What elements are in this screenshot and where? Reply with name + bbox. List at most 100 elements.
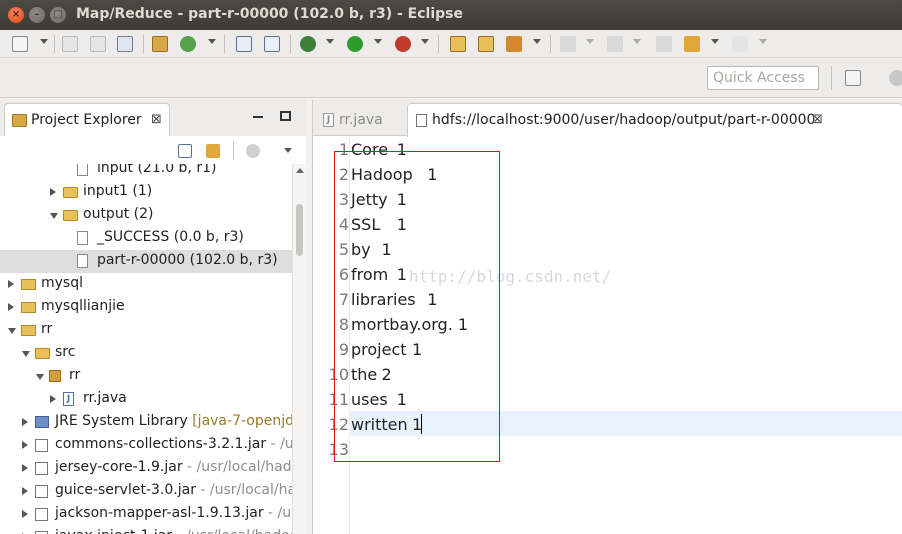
- external-tools-dropdown-icon[interactable]: [421, 39, 429, 44]
- window-maximize-button[interactable]: □: [50, 7, 66, 23]
- expanded-arrow-icon[interactable]: [36, 374, 44, 380]
- save-all-icon[interactable]: [90, 36, 106, 52]
- maximize-view-icon[interactable]: [280, 111, 291, 121]
- run-icon[interactable]: [347, 36, 363, 52]
- last-edit-location-icon[interactable]: [656, 36, 672, 52]
- project-explorer-icon: [12, 114, 27, 127]
- tree-item[interactable]: javax.inject-1.jar - /usr/local/hadoop: [0, 526, 292, 534]
- link-with-editor-icon[interactable]: [206, 144, 220, 158]
- tree-item[interactable]: Jrr.java: [0, 388, 292, 411]
- open-task-icon[interactable]: [478, 36, 494, 52]
- tree-item[interactable]: guice-servlet-3.0.jar - /usr/local/hado: [0, 480, 292, 503]
- tree-item-decoration: [java-7-openjdk-: [192, 413, 292, 429]
- tree-item[interactable]: rr: [0, 319, 292, 342]
- toolbar-separator: [54, 35, 55, 53]
- tree-scrollbar[interactable]: [292, 164, 306, 534]
- tree-item[interactable]: part-r-00000 (102.0 b, r3): [0, 250, 292, 273]
- next-annotation-dropdown-icon[interactable]: [586, 39, 594, 44]
- tree-item-decoration: - /usr/local/hado: [182, 459, 292, 475]
- search-dropdown-icon[interactable]: [533, 39, 541, 44]
- quick-access-input[interactable]: Quick Access: [707, 66, 819, 90]
- tree-item-decoration: - /usr/local/hadoop: [172, 528, 292, 534]
- scroll-up-icon[interactable]: [296, 168, 304, 173]
- tree-item-label: jackson-mapper-asl-1.9.13.jar - /usr/: [55, 505, 292, 521]
- collapsed-arrow-icon[interactable]: [50, 395, 56, 403]
- project-explorer-toolbar: [0, 136, 306, 164]
- tree-item-label: _SUCCESS (0.0 b, r3): [97, 229, 244, 245]
- collapsed-arrow-icon[interactable]: [22, 418, 28, 426]
- view-menu-icon[interactable]: [284, 148, 292, 153]
- minimize-view-icon[interactable]: [253, 116, 263, 118]
- save-icon[interactable]: [62, 36, 78, 52]
- tree-item[interactable]: _SUCCESS (0.0 b, r3): [0, 227, 292, 250]
- next-annotation-icon[interactable]: [560, 36, 576, 52]
- tree-item[interactable]: rr: [0, 365, 292, 388]
- toggle-breadcrumb-icon[interactable]: [236, 36, 252, 52]
- tree-item-label: commons-collections-3.2.1.jar - /usr/: [55, 436, 292, 452]
- project-icon: [21, 325, 36, 336]
- project-icon: [21, 302, 36, 313]
- tree-item-label: src: [55, 344, 76, 360]
- tree-item[interactable]: mysqllianjie: [0, 296, 292, 319]
- tree-item-label: rr: [69, 367, 81, 383]
- new-dropdown-icon[interactable]: [40, 39, 48, 44]
- jar-icon: [35, 439, 48, 452]
- collapsed-arrow-icon[interactable]: [8, 303, 14, 311]
- expanded-arrow-icon[interactable]: [22, 351, 30, 357]
- tree-item[interactable]: jackson-mapper-asl-1.9.13.jar - /usr/: [0, 503, 292, 526]
- debug-icon[interactable]: [300, 36, 316, 52]
- project-explorer-panel: Project Explorer ⊠ input (21.0 b, r1) inp…: [0, 100, 306, 534]
- filter-icon[interactable]: [246, 144, 260, 158]
- collapsed-arrow-icon[interactable]: [22, 510, 28, 518]
- tree-item[interactable]: commons-collections-3.2.1.jar - /usr/: [0, 434, 292, 457]
- window-close-button[interactable]: ×: [8, 7, 24, 23]
- tree-item[interactable]: src: [0, 342, 292, 365]
- back-dropdown-icon[interactable]: [711, 39, 719, 44]
- editor-tab-rr-java[interactable]: J rr.java: [317, 104, 405, 136]
- close-tab-icon[interactable]: ⊠: [151, 112, 162, 127]
- back-icon[interactable]: [684, 36, 700, 52]
- debug-dropdown-icon[interactable]: [326, 39, 334, 44]
- tree-item-label: rr.java: [83, 390, 127, 406]
- tree-item-label: JRE System Library [java-7-openjdk-: [55, 413, 292, 429]
- show-whitespace-icon[interactable]: [264, 36, 280, 52]
- jar-icon: [35, 485, 48, 498]
- forward-icon[interactable]: [732, 36, 748, 52]
- print-icon[interactable]: [117, 36, 133, 52]
- close-tab-icon[interactable]: ⊠: [812, 112, 823, 127]
- toolbar-separator: [233, 142, 234, 160]
- collapsed-arrow-icon[interactable]: [22, 441, 28, 449]
- scrollbar-thumb[interactable]: [296, 204, 303, 256]
- collapsed-arrow-icon[interactable]: [22, 464, 28, 472]
- previous-annotation-icon[interactable]: [607, 36, 623, 52]
- mapreduce-perspective-icon[interactable]: [889, 70, 902, 86]
- open-type-icon[interactable]: [450, 36, 466, 52]
- refresh-icon[interactable]: [180, 36, 196, 52]
- tree-item[interactable]: output (2): [0, 204, 292, 227]
- previous-annotation-dropdown-icon[interactable]: [633, 39, 641, 44]
- open-perspective-icon[interactable]: [845, 70, 861, 86]
- new-file-icon[interactable]: [12, 36, 28, 52]
- window-minimize-button[interactable]: –: [29, 7, 45, 23]
- tree-item[interactable]: input1 (1): [0, 181, 292, 204]
- tree-item[interactable]: jersey-core-1.9.jar - /usr/local/hado: [0, 457, 292, 480]
- tree-item[interactable]: mysql: [0, 273, 292, 296]
- editor-tab-part-r-00000[interactable]: hdfs://localhost:9000/user/hadoop/output…: [407, 103, 902, 137]
- collapsed-arrow-icon[interactable]: [50, 188, 56, 196]
- forward-dropdown-icon[interactable]: [759, 39, 767, 44]
- project-explorer-tab[interactable]: Project Explorer ⊠: [4, 103, 170, 136]
- search-icon[interactable]: [506, 36, 522, 52]
- library-icon: [35, 416, 49, 428]
- tree-item-label: output (2): [83, 206, 154, 222]
- expanded-arrow-icon[interactable]: [50, 213, 58, 219]
- tree-item[interactable]: input (21.0 b, r1): [0, 164, 292, 181]
- expanded-arrow-icon[interactable]: [8, 328, 16, 334]
- collapsed-arrow-icon[interactable]: [8, 280, 14, 288]
- collapsed-arrow-icon[interactable]: [22, 487, 28, 495]
- external-tools-icon[interactable]: [395, 36, 411, 52]
- tree-item[interactable]: JRE System Library [java-7-openjdk-: [0, 411, 292, 434]
- refresh-dropdown-icon[interactable]: [208, 39, 216, 44]
- new-java-package-icon[interactable]: [152, 36, 168, 52]
- run-dropdown-icon[interactable]: [374, 39, 382, 44]
- collapse-all-icon[interactable]: [178, 144, 192, 158]
